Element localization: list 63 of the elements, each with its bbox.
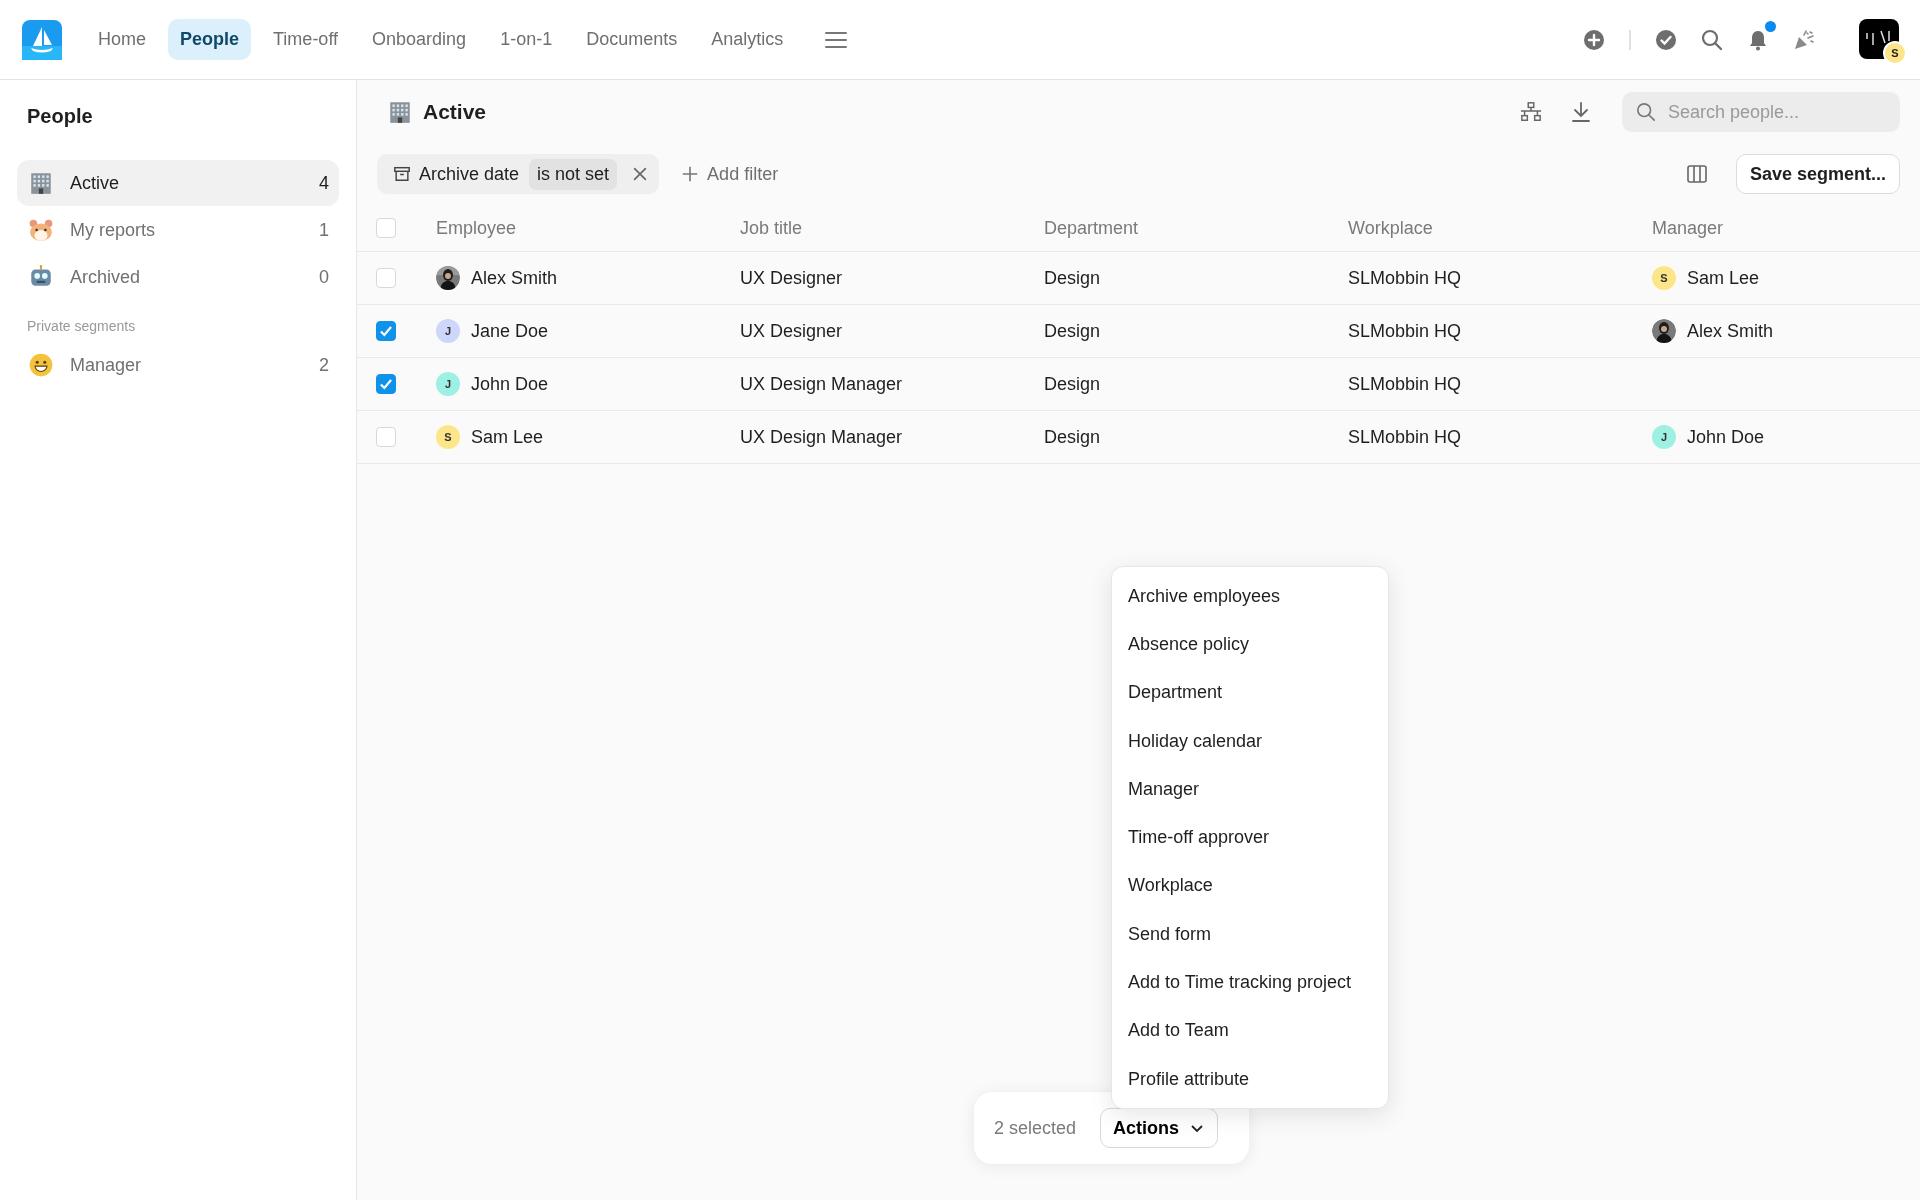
save-segment-button[interactable]: Save segment...: [1735, 154, 1900, 194]
table-cell: UX Design Manager: [740, 373, 903, 395]
manager-name[interactable]: Sam Lee: [1687, 267, 1760, 289]
table-cell: UX Designer: [740, 320, 843, 342]
filter-field: Archive date: [419, 163, 520, 185]
search-field[interactable]: Search people...: [1622, 92, 1900, 132]
menu-item[interactable]: Manager: [1112, 765, 1388, 814]
nav-tab[interactable]: Time-off: [261, 19, 351, 60]
menu-item[interactable]: Time-off approver: [1112, 813, 1388, 862]
section-title: Private segments: [27, 318, 137, 334]
avatar-initial: S: [1652, 266, 1676, 290]
menu-item[interactable]: Workplace: [1112, 861, 1388, 911]
avatar-initial: J: [436, 372, 460, 396]
avatar-initial: S: [436, 425, 460, 449]
employee-name[interactable]: Jane Doe: [471, 320, 549, 342]
actions-button[interactable]: Actions: [1100, 1108, 1219, 1148]
menu-item[interactable]: Archive employees: [1112, 572, 1388, 621]
column-header[interactable]: Manager: [1652, 217, 1724, 239]
filter-chip[interactable]: Archive date is not set: [377, 154, 660, 194]
avatar-initial: J: [1652, 425, 1676, 449]
column-header[interactable]: Job title: [740, 217, 803, 239]
selected-count: 2 selected: [994, 1117, 1077, 1139]
nav-tab[interactable]: Onboarding: [360, 19, 479, 60]
table-cell: SLMobbin HQ: [1348, 426, 1462, 448]
page-title: Active: [423, 100, 487, 124]
sidebar-title: People: [26, 104, 94, 129]
sidebar-item[interactable]: Manager 2: [17, 342, 339, 388]
manager-name[interactable]: John Doe: [1687, 426, 1765, 448]
avatar-initial: J: [436, 319, 460, 343]
menu-item[interactable]: Profile attribute: [1112, 1054, 1388, 1104]
table-cell: UX Designer: [740, 267, 843, 289]
table-cell: SLMobbin HQ: [1348, 320, 1462, 342]
nav-tab[interactable]: Analytics: [699, 19, 796, 60]
menu-item[interactable]: Send form: [1112, 910, 1388, 959]
employee-name[interactable]: John Doe: [471, 373, 549, 395]
column-header[interactable]: Department: [1044, 217, 1139, 239]
add-filter-button[interactable]: Add filter: [677, 159, 783, 189]
sidebar-item[interactable]: Archived 0: [17, 254, 339, 300]
employee-name[interactable]: Sam Lee: [471, 426, 544, 448]
nav-tab[interactable]: Documents: [574, 19, 690, 60]
table-cell: SLMobbin HQ: [1348, 267, 1462, 289]
table-cell: Design: [1044, 320, 1101, 342]
menu-item[interactable]: Holiday calendar: [1112, 716, 1388, 766]
table-cell: SLMobbin HQ: [1348, 373, 1462, 395]
menu-item[interactable]: Add to Team: [1112, 1006, 1388, 1055]
table-cell: Design: [1044, 426, 1101, 448]
filter-condition[interactable]: is not set: [529, 158, 618, 190]
table-cell: Design: [1044, 373, 1101, 395]
column-header[interactable]: Workplace: [1348, 217, 1433, 239]
nav-tab[interactable]: 1-on-1: [488, 19, 565, 60]
sidebar-item[interactable]: Active 4: [17, 160, 339, 206]
menu-item[interactable]: Absence policy: [1112, 620, 1388, 669]
menu-item[interactable]: Department: [1112, 668, 1388, 717]
menu-item[interactable]: Add to Time tracking project: [1112, 958, 1388, 1007]
employee-name[interactable]: Alex Smith: [471, 267, 558, 289]
sidebar-item[interactable]: My reports 1: [17, 207, 339, 253]
manager-name[interactable]: Alex Smith: [1687, 320, 1774, 342]
account-badge: S: [1883, 40, 1907, 65]
nav-tab[interactable]: Home: [86, 19, 158, 60]
table-cell: Design: [1044, 267, 1101, 289]
nav-tab[interactable]: People: [168, 19, 252, 60]
column-header[interactable]: Employee: [436, 217, 517, 239]
table-cell: UX Design Manager: [740, 426, 903, 448]
